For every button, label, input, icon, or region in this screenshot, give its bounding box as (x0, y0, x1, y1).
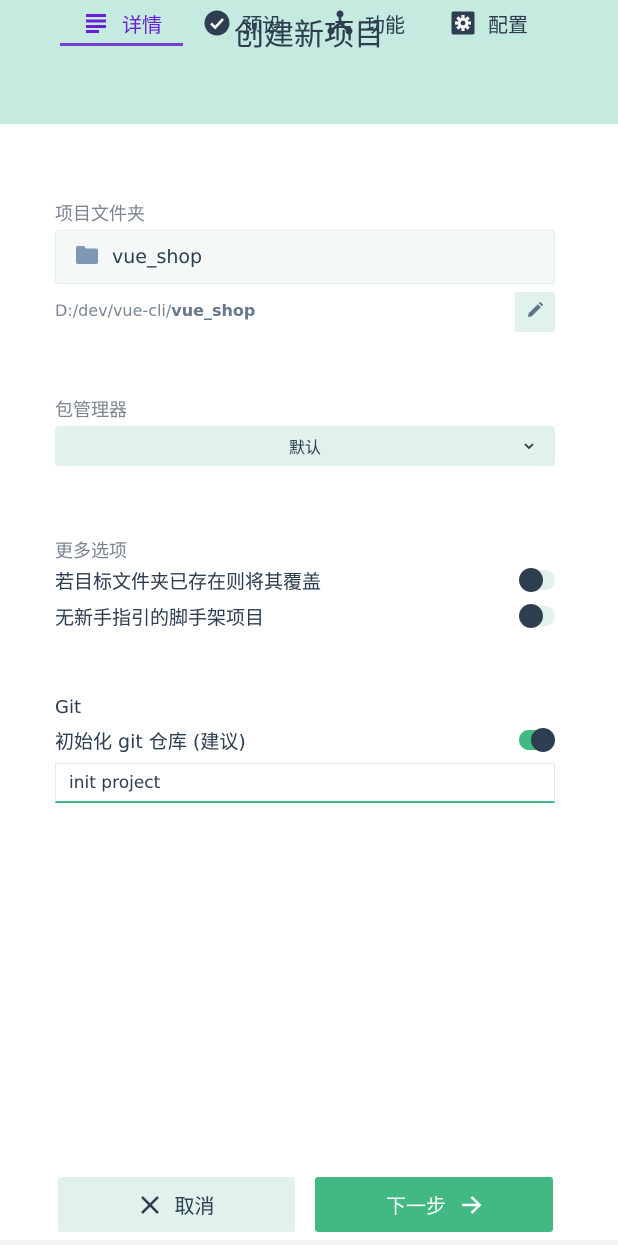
list-icon (84, 10, 110, 36)
more-options-label: 更多选项 (55, 541, 127, 562)
folder-icon (76, 246, 98, 268)
next-button[interactable]: 下一步 (315, 1177, 553, 1232)
folder-path-prefix: D:/dev/vue-cli/ (55, 301, 172, 320)
overwrite-option: 若目标文件夹已存在则将其覆盖 (55, 565, 555, 595)
git-init-toggle[interactable] (519, 728, 555, 752)
tab-label: 功能 (365, 12, 405, 37)
overwrite-option-label: 若目标文件夹已存在则将其覆盖 (55, 570, 322, 593)
folder-field[interactable]: vue_shop (55, 230, 555, 284)
package-manager-select[interactable]: 默认 (55, 426, 555, 466)
tab-details[interactable]: 详情 (60, 0, 183, 46)
package-manager-label: 包管理器 (55, 400, 127, 421)
cancel-button[interactable]: 取消 (58, 1177, 295, 1232)
next-label: 下一步 (386, 1194, 446, 1218)
folder-label: 项目文件夹 (55, 204, 145, 225)
folder-name: vue_shop (112, 246, 203, 268)
footer-strip (0, 1240, 618, 1245)
tab-features[interactable]: 功能 (327, 0, 405, 46)
tab-label: 配置 (488, 12, 528, 37)
close-icon (139, 1194, 161, 1216)
package-manager-value: 默认 (288, 438, 321, 457)
merge-icon (327, 10, 353, 36)
git-label: Git (55, 697, 82, 718)
no-guide-option: 无新手指引的脚手架项目 (55, 601, 555, 631)
git-init-option: 初始化 git 仓库 (建议) (55, 725, 555, 755)
overwrite-toggle[interactable] (519, 568, 555, 592)
pencil-icon (527, 301, 544, 322)
no-guide-option-label: 无新手指引的脚手架项目 (55, 606, 265, 629)
gear-icon (450, 10, 476, 36)
git-init-label: 初始化 git 仓库 (建议) (55, 730, 246, 753)
tab-presets[interactable]: 预设 (204, 0, 282, 46)
edit-path-button[interactable] (515, 292, 555, 332)
arrow-right-icon (460, 1194, 482, 1216)
header: 创建新项目 详情 预设 功能 配置 (0, 0, 618, 124)
tab-label: 详情 (122, 12, 162, 37)
chevron-down-icon (521, 438, 537, 454)
folder-path-name: vue_shop (171, 301, 256, 320)
commit-message-input[interactable] (55, 763, 555, 803)
check-circle-icon (204, 10, 230, 36)
no-guide-toggle[interactable] (519, 604, 555, 628)
tab-config[interactable]: 配置 (450, 0, 528, 46)
tab-label: 预设 (242, 12, 282, 37)
folder-path: D:/dev/vue-cli/vue_shop (55, 301, 255, 320)
cancel-label: 取消 (174, 1194, 215, 1218)
